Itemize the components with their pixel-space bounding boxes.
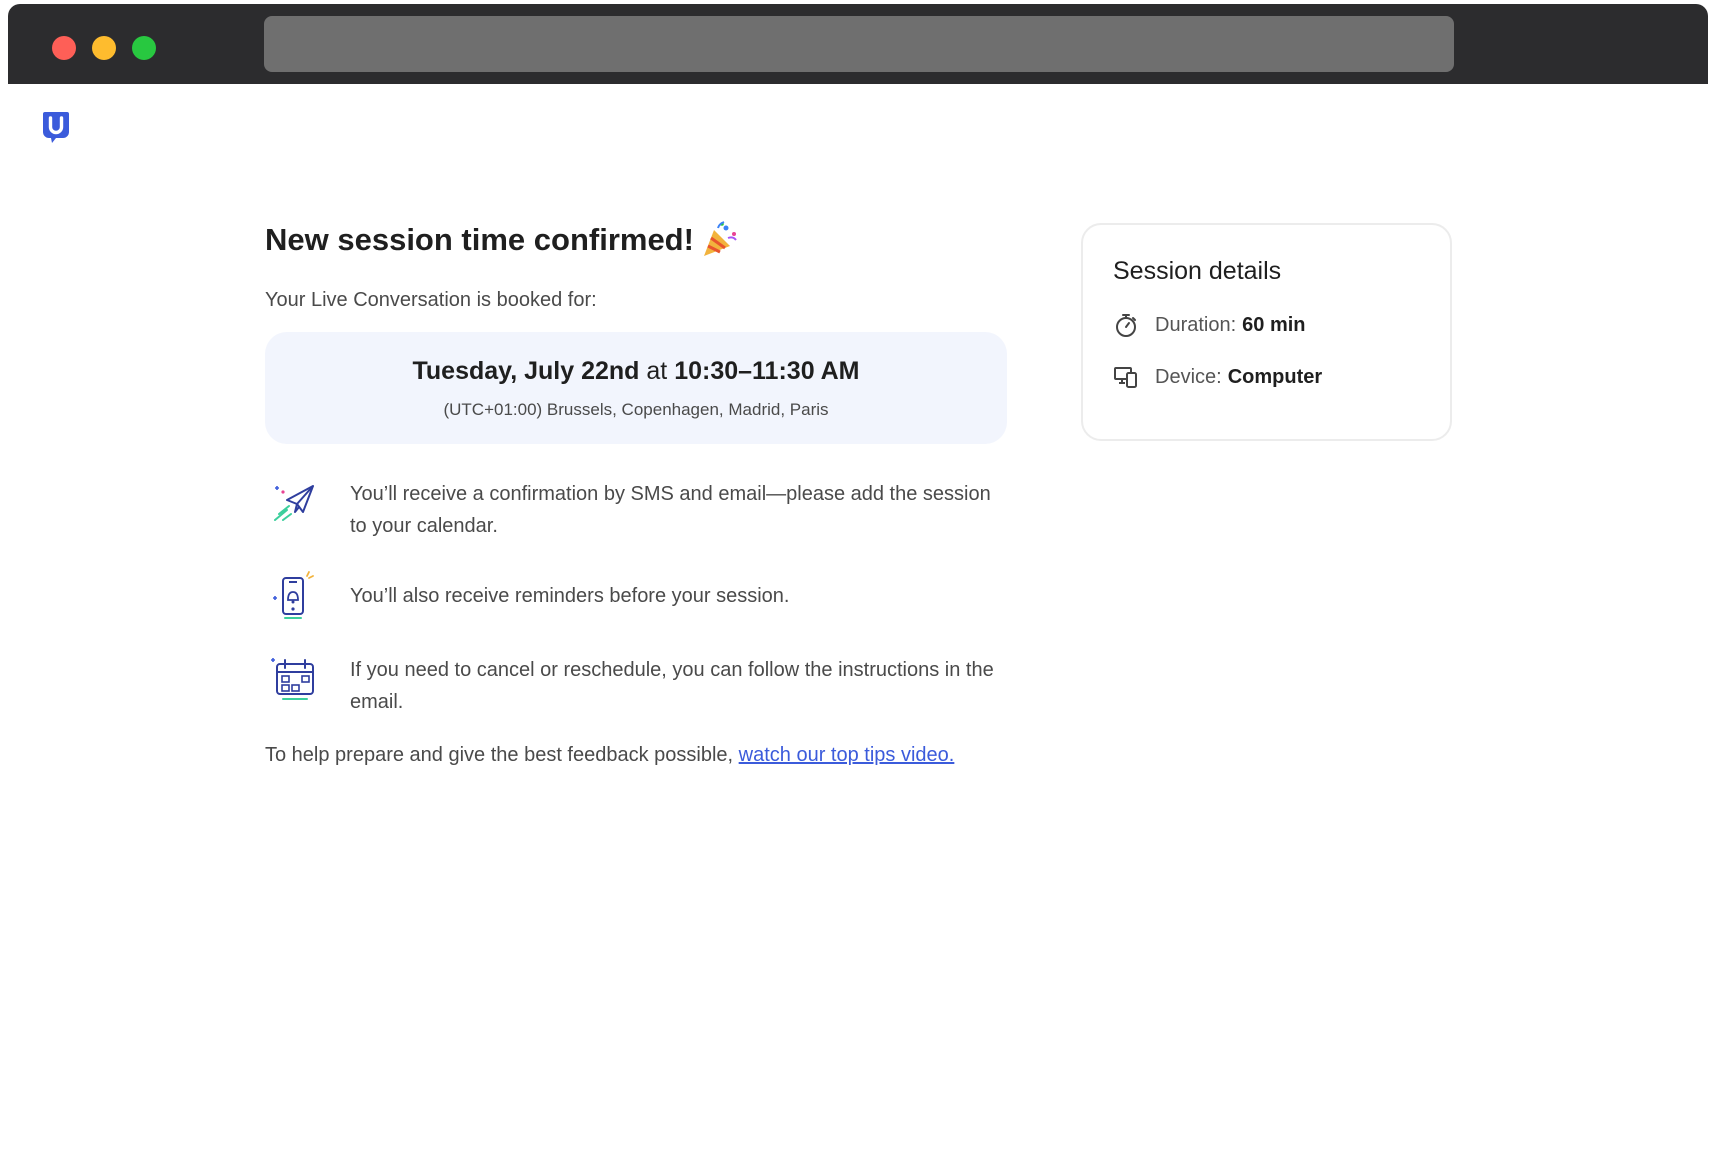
info-item-reschedule: If you need to cancel or reschedule, you… — [265, 650, 1007, 718]
page-title: New session time confirmed! — [265, 215, 1007, 265]
calendar-icon — [265, 650, 321, 706]
tips-video-link[interactable]: watch our top tips video. — [739, 744, 955, 766]
party-popper-icon — [700, 220, 740, 260]
session-datetime-box: Tuesday, July 22nd at 10:30–11:30 AM (UT… — [265, 332, 1007, 444]
session-at: at — [646, 356, 668, 385]
info-text-reminders: You’ll also receive reminders before you… — [350, 585, 790, 607]
minimize-window-button[interactable] — [92, 36, 116, 60]
confirmation-main: New session time confirmed! Your Live Co… — [265, 215, 1007, 767]
tips-paragraph: To help prepare and give the best feedba… — [265, 744, 1007, 767]
devices-icon — [1113, 364, 1139, 390]
address-bar[interactable] — [264, 16, 1454, 72]
session-date: Tuesday, July 22nd — [412, 356, 640, 385]
page-title-text: New session time confirmed! — [265, 222, 694, 257]
info-list: You’ll receive a confirmation by SMS and… — [265, 474, 1007, 718]
duration-value: 60 min — [1242, 313, 1306, 336]
session-timezone: (UTC+01:00) Brussels, Copenhagen, Madrid… — [443, 399, 829, 419]
session-details-card: Session details Duration: 60 min Device:… — [1081, 223, 1452, 441]
device-value: Computer — [1227, 365, 1323, 388]
brand-logo-icon[interactable] — [42, 110, 70, 144]
phone-reminder-icon — [265, 568, 321, 624]
device-label: Device: — [1155, 365, 1222, 388]
info-item-confirmation: You’ll receive a confirmation by SMS and… — [265, 474, 1007, 542]
paper-plane-icon — [265, 474, 321, 530]
info-text-reschedule: If you need to cancel or reschedule, you… — [350, 659, 994, 713]
session-datetime: Tuesday, July 22nd at 10:30–11:30 AM — [412, 357, 859, 386]
browser-chrome — [8, 4, 1708, 84]
stopwatch-icon — [1113, 312, 1139, 338]
info-item-reminders: You’ll also receive reminders before you… — [265, 568, 1007, 624]
tips-text: To help prepare and give the best feedba… — [265, 744, 739, 766]
info-text-confirmation: You’ll receive a confirmation by SMS and… — [350, 483, 991, 537]
booking-intro: Your Live Conversation is booked for: — [265, 289, 597, 311]
session-details-title: Session details — [1113, 257, 1282, 285]
duration-label: Duration: — [1155, 313, 1237, 336]
session-time: 10:30–11:30 AM — [674, 356, 860, 385]
duration-row: Duration: 60 min — [1113, 312, 1420, 338]
close-window-button[interactable] — [52, 36, 76, 60]
maximize-window-button[interactable] — [132, 36, 156, 60]
device-row: Device: Computer — [1113, 364, 1420, 390]
